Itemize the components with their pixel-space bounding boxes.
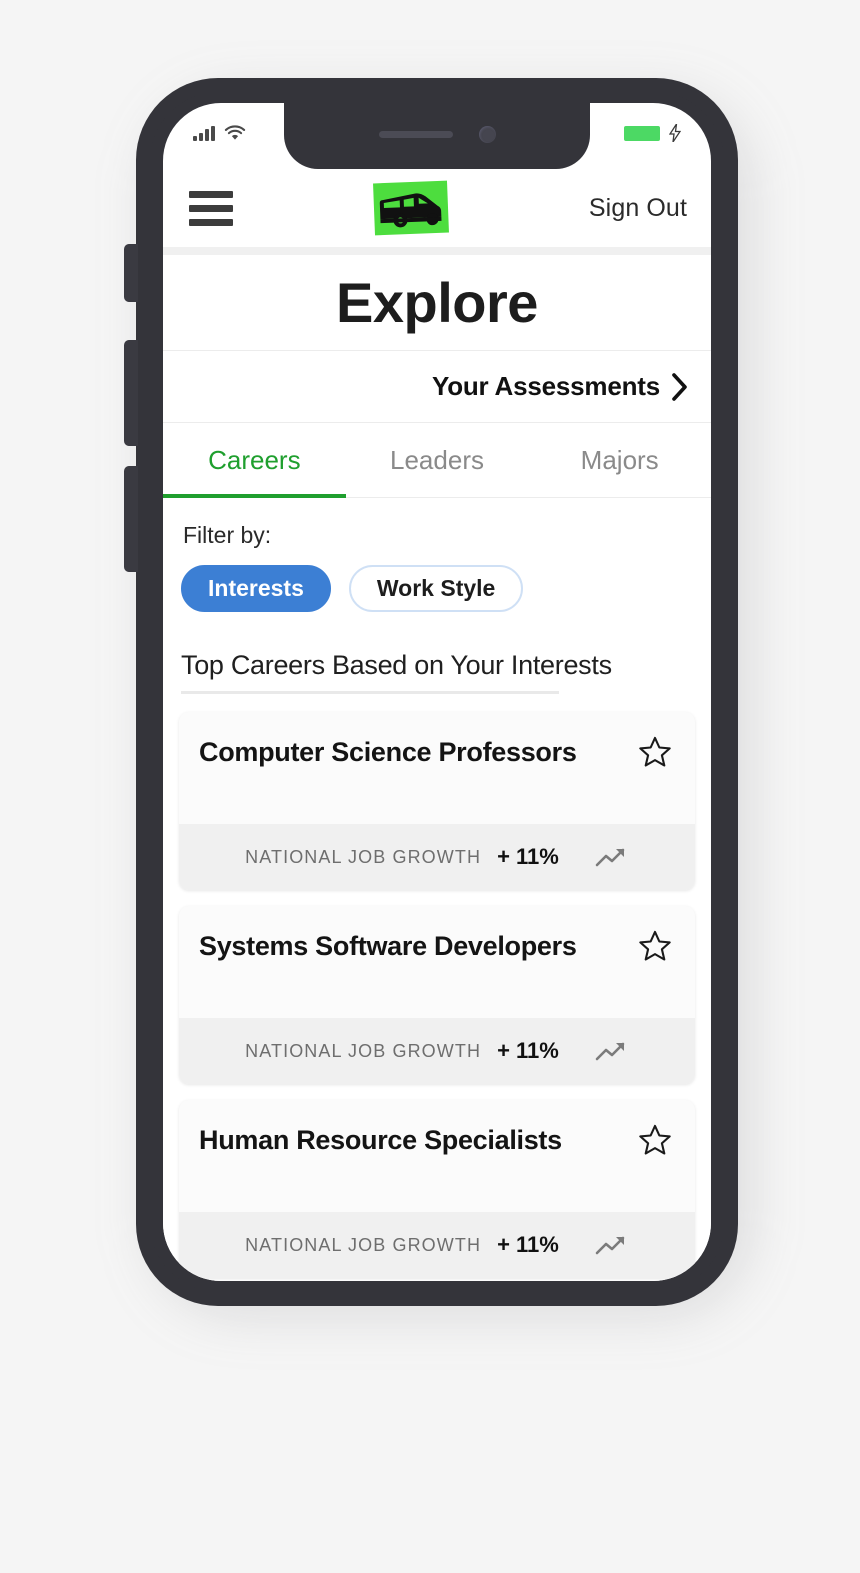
phone-device-frame: Sign Out Explore Your Assessments Career… xyxy=(124,78,738,1306)
career-card-list: Computer Science Professors NATIONAL JOB… xyxy=(163,694,711,1281)
chevron-right-icon xyxy=(671,372,689,402)
tab-leaders[interactable]: Leaders xyxy=(346,423,529,497)
battery-icon xyxy=(624,125,660,141)
tab-majors-label: Majors xyxy=(580,444,659,475)
silence-switch-button[interactable] xyxy=(124,244,138,302)
status-bar xyxy=(163,103,711,169)
career-card-footer: NATIONAL JOB GROWTH + 11% xyxy=(179,1212,695,1278)
job-growth-value: + 11% xyxy=(497,1038,559,1063)
star-outline-icon[interactable] xyxy=(637,734,673,775)
filter-pill-interests-label: Interests xyxy=(208,575,304,601)
career-card-title: Systems Software Developers xyxy=(199,931,577,961)
sign-out-button[interactable]: Sign Out xyxy=(589,194,687,223)
filter-pill-row: Interests Work Style xyxy=(163,549,711,612)
tab-careers[interactable]: Careers xyxy=(163,423,346,498)
header-divider xyxy=(163,247,711,255)
career-card-top: Systems Software Developers xyxy=(179,906,695,1018)
job-growth-value: + 11% xyxy=(497,1232,559,1257)
explore-tabs: Careers Leaders Majors xyxy=(163,423,711,498)
status-bar-right xyxy=(624,124,681,142)
status-bar-left xyxy=(193,125,246,141)
star-outline-icon[interactable] xyxy=(637,928,673,969)
volume-down-button[interactable] xyxy=(124,466,138,572)
trending-up-icon xyxy=(595,1232,629,1258)
van-logo-icon[interactable] xyxy=(372,180,449,236)
results-heading-wrap: Top Careers Based on Your Interests xyxy=(163,612,711,694)
job-growth-label: NATIONAL JOB GROWTH xyxy=(245,846,482,867)
star-outline-icon[interactable] xyxy=(637,1122,673,1163)
career-card-footer: NATIONAL JOB GROWTH + 11% xyxy=(179,1018,695,1084)
filter-pill-work-style-label: Work Style xyxy=(376,575,496,601)
hamburger-menu-icon[interactable] xyxy=(189,187,233,230)
app-header: Sign Out xyxy=(163,169,711,247)
career-card-title: Computer Science Professors xyxy=(199,737,577,767)
career-card[interactable]: Human Resource Specialists NATIONAL JOB … xyxy=(179,1100,695,1278)
filter-pill-interests[interactable]: Interests xyxy=(181,565,331,612)
explore-content: Filter by: Interests Work Style Top Care… xyxy=(163,498,711,1281)
your-assessments-label: Your Assessments xyxy=(431,371,660,401)
career-card-footer: NATIONAL JOB GROWTH + 11% xyxy=(179,824,695,890)
cellular-signal-icon xyxy=(193,125,215,141)
page-title-row: Explore xyxy=(163,255,711,351)
career-card-top: Human Resource Specialists xyxy=(179,1100,695,1212)
trending-up-icon xyxy=(595,1038,629,1064)
your-assessments-link[interactable]: Your Assessments xyxy=(163,351,711,423)
career-card[interactable]: Computer Science Professors NATIONAL JOB… xyxy=(179,712,695,890)
job-growth-label: NATIONAL JOB GROWTH xyxy=(245,1234,482,1255)
charging-bolt-icon xyxy=(669,124,681,142)
results-heading: Top Careers Based on Your Interests xyxy=(181,650,612,680)
filter-by-label: Filter by: xyxy=(183,522,272,548)
tab-majors[interactable]: Majors xyxy=(528,423,711,497)
phone-screen: Sign Out Explore Your Assessments Career… xyxy=(163,103,711,1281)
job-growth-value: + 11% xyxy=(497,844,559,869)
career-card-top: Computer Science Professors xyxy=(179,712,695,824)
tab-careers-label: Careers xyxy=(208,444,301,475)
trending-up-icon xyxy=(595,844,629,870)
page-title: Explore xyxy=(336,271,538,334)
career-card[interactable]: Systems Software Developers NATIONAL JOB… xyxy=(179,906,695,1084)
career-card-title: Human Resource Specialists xyxy=(199,1125,562,1155)
job-growth-label: NATIONAL JOB GROWTH xyxy=(245,1040,482,1061)
tab-leaders-label: Leaders xyxy=(390,444,484,475)
volume-up-button[interactable] xyxy=(124,340,138,446)
filter-pill-work-style[interactable]: Work Style xyxy=(348,565,524,612)
wifi-icon xyxy=(224,125,246,141)
